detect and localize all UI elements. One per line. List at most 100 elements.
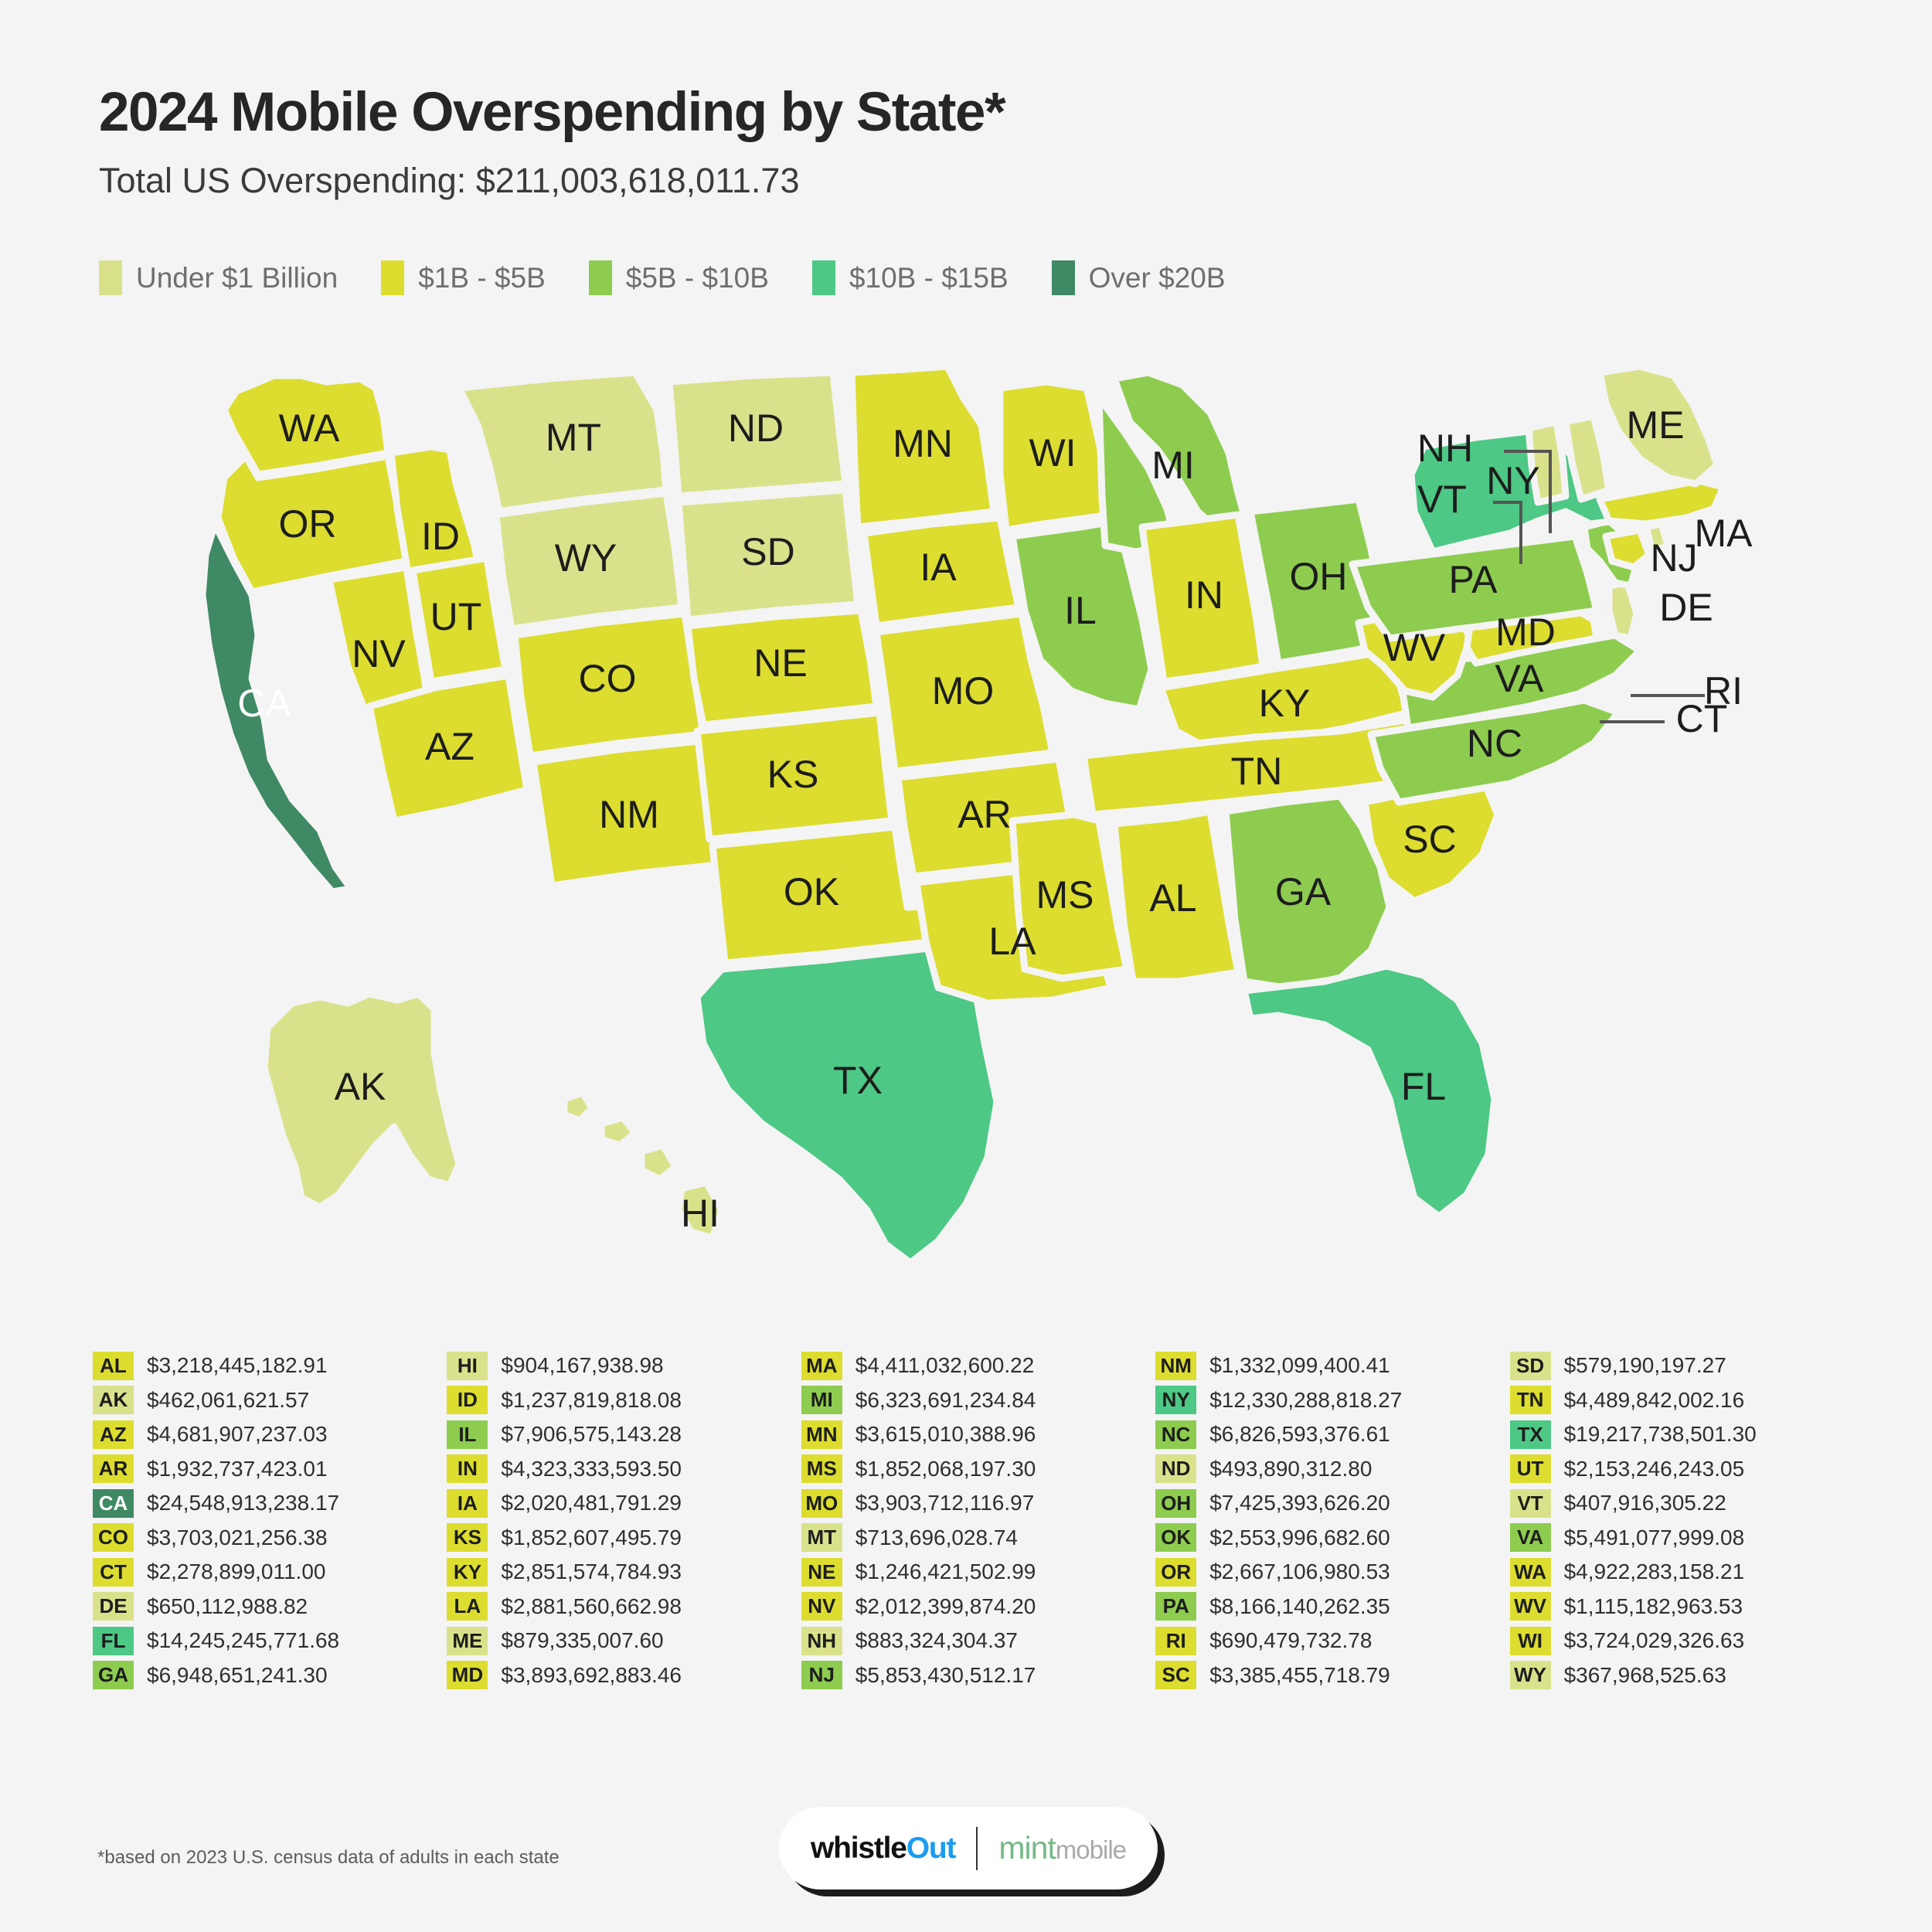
state-ak[interactable]: AK $462,061,621.57 <box>260 990 463 1211</box>
state-badge: LA <box>447 1592 488 1621</box>
state-nd[interactable]: ND $493,890,312.80 <box>665 369 849 500</box>
state-value: $6,948,651,241.30 <box>147 1662 328 1687</box>
state-value: $14,245,245,771.68 <box>147 1628 340 1653</box>
state-badge: WA <box>1509 1557 1551 1587</box>
legend-swatch <box>811 260 835 295</box>
state-in[interactable]: IN $4,323,333,593.50 <box>1138 511 1267 685</box>
table-row: RI $690,479,732.78 <box>1155 1624 1500 1658</box>
table-row: LA $2,881,560,662.98 <box>447 1590 791 1624</box>
state-ut[interactable]: UT $2,153,246,243.05 <box>409 554 509 685</box>
table-row: CA $24,548,913,238.17 <box>93 1486 437 1521</box>
state-value: $650,112,988.82 <box>147 1594 308 1618</box>
state-value: $3,903,712,116.97 <box>855 1491 1035 1515</box>
state-value: $4,681,907,237.03 <box>147 1422 328 1447</box>
state-ks[interactable]: KS $1,852,607,495.79 <box>693 709 896 843</box>
state-badge: HI <box>447 1351 488 1380</box>
state-ma[interactable]: MA $4,411,032,600.22 <box>1596 477 1727 528</box>
state-co[interactable]: CO $3,703,021,256.38 <box>511 610 707 760</box>
legend: Under $1 Billion $1B - $5B $5B - $10B $10B … <box>99 260 1226 295</box>
state-wi[interactable]: WI $3,724,029,326.63 <box>996 378 1115 534</box>
table-row: SD $579,190,197.27 <box>1509 1349 1855 1383</box>
state-nm[interactable]: NM $1,332,099,400.41 <box>529 736 729 889</box>
state-value: $24,548,913,238.17 <box>147 1491 340 1515</box>
logo-divider <box>976 1826 978 1870</box>
state-value: $493,890,312.80 <box>1209 1456 1372 1481</box>
table-row: ND $493,890,312.80 <box>1155 1452 1500 1487</box>
state-value: $407,916,305.22 <box>1563 1491 1726 1515</box>
state-value: $2,012,399,874.20 <box>855 1594 1036 1618</box>
table-row: WI $3,724,029,326.63 <box>1509 1624 1855 1658</box>
table-row: NV $2,012,399,874.20 <box>801 1590 1146 1624</box>
state-ia[interactable]: IA $2,020,481,791.29 <box>860 514 1022 630</box>
table-row: MD $3,893,692,883.46 <box>447 1658 791 1693</box>
state-value: $4,323,333,593.50 <box>501 1456 682 1481</box>
legend-item: Over $20B <box>1051 260 1226 295</box>
state-de[interactable]: DE $650,112,988.82 <box>1605 579 1641 642</box>
table-row: OK $2,553,996,682.60 <box>1155 1521 1500 1556</box>
state-vt[interactable]: VT $407,916,305.22 <box>1525 418 1570 506</box>
table-column: NM $1,332,099,400.41 NY $12,330,288,818.27 N… <box>1155 1349 1500 1692</box>
mintmobile-logo: mintmobile <box>998 1830 1127 1866</box>
state-value: $1,115,182,963.53 <box>1563 1594 1743 1618</box>
mintmobile-logo-mint: mint <box>998 1830 1056 1866</box>
state-ne[interactable]: NE $1,246,421,502.99 <box>684 607 880 729</box>
state-badge: AR <box>93 1454 134 1484</box>
legend-label: $5B - $10B <box>625 261 769 294</box>
state-badge: VT <box>1509 1488 1551 1518</box>
state-badge: KY <box>447 1557 488 1587</box>
legend-label: Under $1 Billion <box>136 261 338 294</box>
page-title: 2024 Mobile Overspending by State* <box>99 82 1006 143</box>
state-value: $4,922,283,158.21 <box>1563 1560 1745 1584</box>
state-badge: NV <box>801 1592 842 1621</box>
state-badge: SD <box>1509 1351 1551 1380</box>
state-callout-label-ct: CT <box>1676 697 1728 740</box>
state-badge: CO <box>93 1523 134 1553</box>
state-badge: WV <box>1509 1592 1551 1621</box>
table-row: HI $904,167,938.98 <box>447 1349 791 1383</box>
state-fl[interactable]: FL $14,245,245,771.68 <box>1240 962 1498 1220</box>
state-me[interactable]: ME $879,335,007.60 <box>1596 362 1721 488</box>
state-value: $8,166,140,262.35 <box>1209 1594 1390 1618</box>
table-row: TN $4,489,842,002.16 <box>1509 1383 1855 1418</box>
table-row: NE $1,246,421,502.99 <box>801 1555 1146 1590</box>
footnote: *based on 2023 U.S. census data of adult… <box>97 1847 560 1868</box>
table-column: MA $4,411,032,600.22 MI $6,323,691,234.84 MN… <box>801 1349 1146 1692</box>
state-badge: AZ <box>93 1420 134 1449</box>
table-row: WA $4,922,283,158.21 <box>1509 1555 1855 1590</box>
state-ct[interactable]: CT $2,278,899,011.00 <box>1602 526 1653 571</box>
legend-swatch <box>588 260 612 295</box>
table-row: IN $4,323,333,593.50 <box>447 1452 791 1487</box>
state-badge: OK <box>1155 1523 1197 1553</box>
state-callout-label-ma: MA <box>1695 512 1753 555</box>
state-wy[interactable]: WY $367,968,525.63 <box>492 489 685 633</box>
state-value: $462,061,621.57 <box>147 1387 310 1412</box>
state-value: $1,932,737,423.01 <box>147 1456 328 1481</box>
state-ms[interactable]: MS $1,852,068,197.30 <box>1009 811 1131 982</box>
state-value: $19,217,738,501.30 <box>1563 1422 1757 1447</box>
table-row: KY $2,851,574,784.93 <box>447 1555 791 1590</box>
page-subtitle: Total US Overspending: $211,003,618,011.… <box>99 161 800 200</box>
state-mo[interactable]: MO $3,903,712,116.97 <box>872 610 1056 775</box>
state-mn[interactable]: MN $3,615,010,388.96 <box>848 362 998 531</box>
table-row: KS $1,852,607,495.79 <box>447 1521 791 1556</box>
state-badge: NY <box>1155 1386 1197 1415</box>
whistleout-logo-out: Out <box>906 1831 957 1865</box>
state-value: $7,425,393,626.20 <box>1209 1491 1390 1515</box>
table-row: IA $2,020,481,791.29 <box>447 1486 791 1521</box>
table-row: NY $12,330,288,818.27 <box>1155 1383 1500 1418</box>
state-az[interactable]: AZ $4,681,907,237.03 <box>366 672 531 825</box>
state-mt[interactable]: MT $713,696,028.74 <box>455 369 670 515</box>
state-hi[interactable]: HI $904,167,938.98 <box>560 1089 726 1242</box>
state-badge: NM <box>1155 1351 1197 1380</box>
state-ri[interactable]: RI $690,479,732.78 <box>1642 520 1672 556</box>
legend-swatch <box>381 260 405 295</box>
state-al[interactable]: AL $3,218,445,182.91 <box>1111 808 1242 985</box>
state-value: $2,153,246,243.05 <box>1563 1456 1745 1481</box>
table-column: AL $3,218,445,182.91 AK $462,061,621.57 AZ $4… <box>93 1349 437 1692</box>
state-badge: ME <box>447 1626 488 1655</box>
table-row: NC $6,826,593,376.61 <box>1155 1417 1500 1452</box>
state-value: $2,553,996,682.60 <box>1209 1525 1390 1549</box>
state-badge: NC <box>1155 1420 1197 1449</box>
state-sd[interactable]: SD $579,190,197.27 <box>675 486 862 624</box>
state-value: $4,411,032,600.22 <box>855 1353 1035 1378</box>
